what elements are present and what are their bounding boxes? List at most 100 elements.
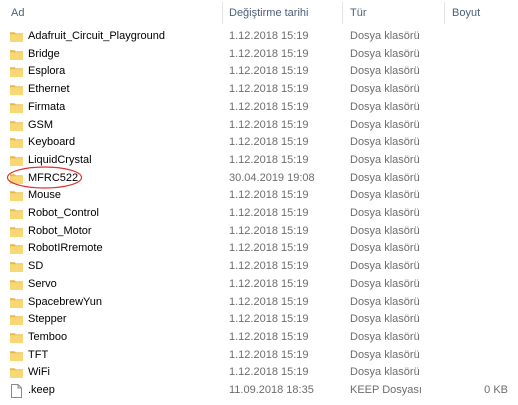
file-name: Robot_Motor	[28, 224, 92, 237]
file-type: Dosya klasörü	[350, 366, 420, 379]
file-size	[444, 240, 508, 258]
file-name: Stepper	[28, 313, 67, 326]
folder-icon	[10, 333, 23, 343]
file-size	[444, 63, 508, 81]
file-row[interactable]: TFT 1.12.2018 15:19 Dosya klasörü	[0, 347, 518, 365]
file-size	[444, 258, 508, 276]
folder-icon	[10, 279, 23, 290]
file-date-modified: 1.12.2018 15:19	[229, 136, 309, 149]
file-name: SD	[28, 260, 44, 273]
folder-icon	[10, 120, 23, 131]
file-name: Esplora	[28, 65, 66, 78]
file-type: Dosya klasörü	[350, 171, 420, 184]
file-size	[444, 81, 508, 99]
folder-icon	[10, 368, 23, 379]
file-row[interactable]: LiquidCrystal 1.12.2018 15:19 Dosya klasör…	[0, 152, 518, 170]
file-row[interactable]: Adafruit_Circuit_Playground 1.12.2018 15:…	[0, 28, 518, 46]
file-date-modified: 1.12.2018 15:19	[229, 224, 309, 237]
file-name: Firmata	[28, 100, 66, 113]
file-size	[444, 187, 508, 205]
file-size	[444, 99, 508, 117]
file-date-modified: 1.12.2018 15:19	[229, 295, 309, 308]
column-divider[interactable]	[444, 2, 445, 24]
file-size	[444, 170, 508, 188]
file-type: Dosya klasörü	[350, 83, 420, 96]
folder-icon	[10, 226, 23, 237]
file-row[interactable]: WiFi 1.12.2018 15:19 Dosya klasörü	[0, 364, 518, 382]
file-row[interactable]: Esplora 1.12.2018 15:19 Dosya klasörü	[0, 63, 518, 81]
file-name: Adafruit_Circuit_Playground	[28, 30, 165, 42]
file-row[interactable]: .keep 11.09.2018 18:35 KEEP Dosyası 0 KB	[0, 382, 518, 400]
folder-icon	[10, 244, 23, 255]
column-header-name[interactable]: Ad	[11, 0, 221, 26]
file-size	[444, 28, 508, 46]
file-date-modified: 1.12.2018 15:19	[229, 260, 309, 273]
column-header-date-modified[interactable]: Değiştirme tarihi	[229, 0, 339, 26]
file-size	[444, 329, 508, 347]
file-row[interactable]: Ethernet 1.12.2018 15:19 Dosya klasörü	[0, 81, 518, 99]
file-row[interactable]: Servo 1.12.2018 15:19 Dosya klasörü	[0, 276, 518, 294]
column-divider[interactable]	[342, 2, 343, 24]
file-size	[444, 134, 508, 152]
column-header-bar: ⌃ Ad Değiştirme tarihi Tür Boyut	[0, 0, 518, 26]
file-row[interactable]: Mouse 1.12.2018 15:19 Dosya klasörü	[0, 187, 518, 205]
file-type: Dosya klasörü	[350, 330, 420, 343]
file-row[interactable]: RobotIRremote 1.12.2018 15:19 Dosya klasör…	[0, 240, 518, 258]
file-size	[444, 311, 508, 329]
file-row[interactable]: GSM 1.12.2018 15:19 Dosya klasörü	[0, 117, 518, 135]
folder-icon	[10, 315, 23, 326]
file-date-modified: 1.12.2018 15:19	[229, 189, 309, 202]
file-date-modified: 11.09.2018 18:35	[229, 384, 314, 396]
file-name: SpacebrewYun	[28, 295, 102, 308]
file-date-modified: 1.12.2018 15:19	[229, 277, 309, 290]
file-size	[444, 205, 508, 223]
file-type: Dosya klasörü	[350, 65, 420, 78]
file-size	[444, 276, 508, 294]
file-date-modified: 1.12.2018 15:19	[229, 313, 309, 326]
column-header-type[interactable]: Tür	[350, 0, 440, 26]
folder-icon	[10, 156, 23, 166]
file-name: Robot_Control	[28, 207, 99, 219]
file-type: Dosya klasörü	[350, 207, 420, 219]
file-row[interactable]: SD 1.12.2018 15:19 Dosya klasörü	[0, 258, 518, 276]
file-type: Dosya klasörü	[350, 242, 420, 255]
file-type: Dosya klasörü	[350, 189, 420, 202]
file-date-modified: 1.12.2018 15:19	[229, 47, 309, 60]
file-name: Servo	[28, 277, 57, 290]
folder-icon	[10, 32, 23, 42]
file-row[interactable]: Keyboard 1.12.2018 15:19 Dosya klasörü	[0, 134, 518, 152]
file-name: Bridge	[28, 47, 60, 60]
file-type: KEEP Dosyası	[350, 384, 422, 396]
folder-icon	[10, 191, 23, 202]
file-row[interactable]: Firmata 1.12.2018 15:19 Dosya klasörü	[0, 99, 518, 117]
file-date-modified: 1.12.2018 15:19	[229, 242, 309, 255]
file-row[interactable]: Robot_Motor 1.12.2018 15:19 Dosya klasörü	[0, 223, 518, 241]
file-name: GSM	[28, 118, 54, 131]
file-name: Keyboard	[28, 136, 76, 149]
file-date-modified: 1.12.2018 15:19	[229, 30, 309, 42]
file-row[interactable]: Robot_Control 1.12.2018 15:19 Dosya klasör…	[0, 205, 518, 223]
file-name: Temboo	[28, 330, 68, 343]
file-date-modified: 1.12.2018 15:19	[229, 366, 309, 379]
file-row[interactable]: MFRC522 30.04.2019 19:08 Dosya klasörü	[0, 170, 518, 188]
file-size: 0 KB	[484, 384, 508, 396]
file-row[interactable]: Stepper 1.12.2018 15:19 Dosya klasörü	[0, 311, 518, 329]
file-row[interactable]: SpacebrewYun 1.12.2018 15:19 Dosya klasörü	[0, 294, 518, 312]
file-size	[444, 294, 508, 312]
file-type: Dosya klasörü	[350, 224, 420, 237]
folder-icon	[10, 209, 23, 219]
file-name: TFT	[28, 348, 49, 361]
file-type: Dosya klasörü	[350, 153, 420, 166]
folder-icon	[10, 173, 23, 184]
column-divider[interactable]	[222, 2, 223, 24]
file-type: Dosya klasörü	[350, 260, 420, 273]
column-header-size[interactable]: Boyut	[452, 0, 512, 26]
file-row[interactable]: Bridge 1.12.2018 15:19 Dosya klasörü	[0, 46, 518, 64]
folder-icon	[10, 350, 23, 361]
file-row[interactable]: Temboo 1.12.2018 15:19 Dosya klasörü	[0, 329, 518, 347]
file-date-modified: 30.04.2019 19:08	[229, 171, 315, 184]
file-name: LiquidCrystal	[28, 153, 92, 166]
file-type: Dosya klasörü	[350, 295, 420, 308]
file-size	[444, 347, 508, 365]
file-type: Dosya klasörü	[350, 118, 420, 131]
